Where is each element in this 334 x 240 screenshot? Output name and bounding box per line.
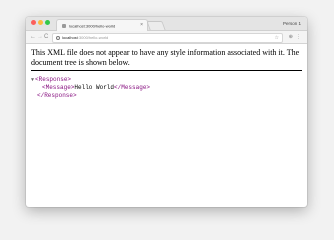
xml-message-line: <Message>Hello World</Message> bbox=[31, 84, 302, 92]
profile-button[interactable]: Person 1 bbox=[283, 19, 301, 28]
xml-message-text: Hello World bbox=[74, 84, 115, 91]
notice-divider bbox=[31, 70, 302, 71]
new-tab-button[interactable] bbox=[146, 21, 166, 30]
xml-tag-response-close: </Response> bbox=[37, 92, 77, 99]
url-host: localhost bbox=[62, 35, 78, 40]
info-icon[interactable] bbox=[56, 36, 60, 40]
xml-tag-message-open: <Message> bbox=[42, 84, 75, 91]
xml-tree: ▼<Response> <Message>Hello World</Messag… bbox=[31, 76, 302, 100]
xml-root-close-line: </Response> bbox=[31, 92, 302, 100]
browser-tab[interactable]: localhost:3000/hello-world × bbox=[56, 19, 148, 31]
xml-root-open-line: ▼<Response> bbox=[31, 76, 302, 84]
title-bar: localhost:3000/hello-world × Person 1 bbox=[26, 17, 307, 31]
menu-dots-icon[interactable]: ⋮ bbox=[296, 32, 301, 42]
browser-window: localhost:3000/hello-world × Person 1 ← … bbox=[26, 17, 307, 207]
forward-arrow-icon[interactable]: → bbox=[37, 32, 43, 42]
back-arrow-icon[interactable]: ← bbox=[30, 32, 36, 42]
url-path: :3000/hello-world bbox=[77, 35, 109, 40]
maximize-window-button[interactable] bbox=[45, 20, 50, 25]
xml-tag-message-close: </Message> bbox=[114, 84, 151, 91]
extension-icon[interactable]: ⊕ bbox=[289, 32, 293, 42]
reload-icon[interactable]: C bbox=[44, 32, 48, 42]
bookmark-star-icon[interactable]: ☆ bbox=[275, 34, 279, 42]
page-content: This XML file does not appear to have an… bbox=[26, 44, 307, 100]
collapse-arrow-icon[interactable]: ▼ bbox=[31, 77, 34, 83]
xml-tag-response-open: <Response> bbox=[35, 76, 72, 83]
page-favicon-icon bbox=[62, 23, 66, 28]
xml-style-notice: This XML file does not appear to have an… bbox=[31, 48, 300, 67]
minimize-window-button[interactable] bbox=[38, 20, 43, 25]
tab-title: localhost:3000/hello-world bbox=[69, 23, 116, 29]
tab-close-icon[interactable]: × bbox=[140, 20, 143, 31]
browser-toolbar: ← → C localhost:3000/hello-world ☆ ⊕ ⋮ bbox=[26, 31, 307, 44]
address-bar[interactable]: localhost:3000/hello-world ☆ bbox=[52, 33, 283, 43]
close-window-button[interactable] bbox=[31, 20, 36, 25]
